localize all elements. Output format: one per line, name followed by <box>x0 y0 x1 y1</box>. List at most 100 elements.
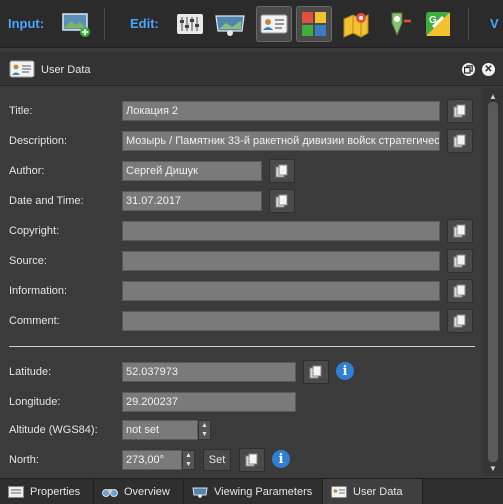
latitude-info-button[interactable]: i <box>336 362 354 380</box>
source-label: Source: <box>9 255 47 267</box>
copy-icon <box>309 365 322 379</box>
map-pin-button[interactable] <box>338 6 374 42</box>
copy-icon <box>453 284 466 298</box>
north-copy-button[interactable] <box>239 448 265 472</box>
id-card-icon <box>331 486 347 498</box>
close-icon: ✕ <box>484 63 493 75</box>
copyright-label: Copyright: <box>9 225 60 237</box>
scroll-up-icon[interactable]: ▲ <box>487 90 499 102</box>
panel-title: User Data <box>41 64 91 76</box>
longitude-field[interactable]: 29.200237 <box>122 392 296 412</box>
latitude-copy-button[interactable] <box>303 360 329 384</box>
puzzle-button[interactable] <box>296 6 332 42</box>
source-copy-button[interactable] <box>447 249 473 273</box>
north-spinner[interactable]: ▲ ▼ <box>182 450 195 470</box>
copy-icon <box>245 453 258 467</box>
adjust-button[interactable] <box>172 6 208 42</box>
info-icon: i <box>278 451 284 467</box>
copyright-row: Copyright: <box>0 219 483 243</box>
input-label: Input: <box>8 16 45 31</box>
scroll-down-icon[interactable]: ▼ <box>487 462 499 474</box>
altitude-label: Altitude (WGS84): <box>9 424 98 436</box>
copyright-copy-button[interactable] <box>447 219 473 243</box>
image-add-icon <box>62 13 90 37</box>
properties-icon <box>8 486 24 498</box>
copy-icon <box>275 194 288 208</box>
copy-icon <box>453 314 466 328</box>
tab-label: User Data <box>353 486 403 498</box>
tab-label: Overview <box>124 486 170 498</box>
tab-viewing-parameters[interactable]: Viewing Parameters <box>184 479 323 504</box>
author-copy-button[interactable] <box>269 159 295 183</box>
info-icon: i <box>342 363 348 379</box>
spin-up-icon[interactable]: ▲ <box>199 421 210 430</box>
title-label: Title: <box>9 105 33 117</box>
edit-label: Edit: <box>130 16 159 31</box>
description-copy-button[interactable] <box>447 129 473 153</box>
title-field[interactable]: Локация 2 <box>122 101 440 121</box>
google-maps-button[interactable]: G <box>420 6 456 42</box>
longitude-row: Longitude: 29.200237 <box>0 392 483 412</box>
north-info-button[interactable]: i <box>272 450 290 468</box>
author-label: Author: <box>9 165 45 177</box>
tab-user-data[interactable]: User Data <box>323 479 423 504</box>
geotag-remove-icon <box>391 12 411 37</box>
binoculars-icon <box>102 489 118 497</box>
user-data-form: Title: Локация 2 Description: Мозырь / П… <box>0 88 483 476</box>
vertical-scrollbar[interactable]: ▲ ▼ <box>483 88 503 476</box>
google-maps-icon: G <box>426 12 450 36</box>
tab-overview[interactable]: Overview <box>94 479 184 504</box>
title-row: Title: Локация 2 <box>0 99 483 123</box>
information-field[interactable] <box>122 281 440 301</box>
spin-down-icon[interactable]: ▼ <box>183 460 194 469</box>
tab-label: Viewing Parameters <box>214 486 313 498</box>
datetime-label: Date and Time: <box>9 195 84 207</box>
geotag-remove-button[interactable] <box>380 6 416 42</box>
view-label: V <box>490 16 499 31</box>
copy-icon <box>453 254 466 268</box>
tab-properties[interactable]: Properties <box>0 479 94 504</box>
toolbar-separator <box>104 8 105 40</box>
restore-icon <box>464 65 473 74</box>
image-add-button[interactable] <box>58 6 94 42</box>
author-field[interactable]: Сергей Дишук <box>122 161 262 181</box>
panel-header: User Data ✕ <box>0 52 503 86</box>
north-field[interactable]: 273,00° <box>122 450 182 470</box>
bottom-tab-bar: Properties Overview Viewing Parameters U… <box>0 478 503 504</box>
copy-icon <box>453 104 466 118</box>
puzzle-icon <box>302 12 326 36</box>
information-copy-button[interactable] <box>447 279 473 303</box>
copyright-field[interactable] <box>122 221 440 241</box>
information-row: Information: <box>0 279 483 303</box>
north-set-button[interactable]: Set <box>203 449 231 471</box>
restore-button[interactable] <box>462 63 475 76</box>
source-row: Source: <box>0 249 483 273</box>
toolbar-separator-2 <box>468 8 469 40</box>
north-label: North: <box>9 454 39 466</box>
comment-label: Comment: <box>9 315 60 327</box>
sliders-icon <box>177 14 203 34</box>
spin-up-icon[interactable]: ▲ <box>183 451 194 460</box>
scroll-thumb[interactable] <box>488 102 498 462</box>
viewing-params-icon <box>192 487 208 498</box>
source-field[interactable] <box>122 251 440 271</box>
datetime-copy-button[interactable] <box>269 189 295 213</box>
user-data-button[interactable] <box>256 6 292 42</box>
image-view-icon <box>215 15 245 36</box>
information-label: Information: <box>9 285 68 297</box>
spin-down-icon[interactable]: ▼ <box>199 430 210 439</box>
title-copy-button[interactable] <box>447 99 473 123</box>
datetime-field[interactable]: 31.07.2017 <box>122 191 262 211</box>
description-label: Description: <box>9 135 68 147</box>
comment-field[interactable] <box>122 311 440 331</box>
altitude-spinner[interactable]: ▲ ▼ <box>198 420 211 440</box>
image-view-button[interactable] <box>212 6 248 42</box>
altitude-field[interactable]: not set <box>122 420 198 440</box>
close-button[interactable]: ✕ <box>482 63 495 76</box>
main-toolbar: Input: Edit: G V <box>0 0 503 48</box>
comment-copy-button[interactable] <box>447 309 473 333</box>
description-row: Description: Мозырь / Памятник 33-й раке… <box>0 129 483 153</box>
latitude-field[interactable]: 52.037973 <box>122 362 296 382</box>
description-field[interactable]: Мозырь / Памятник 33-й ракетной дивизии … <box>122 131 440 151</box>
tab-label: Properties <box>30 486 81 498</box>
